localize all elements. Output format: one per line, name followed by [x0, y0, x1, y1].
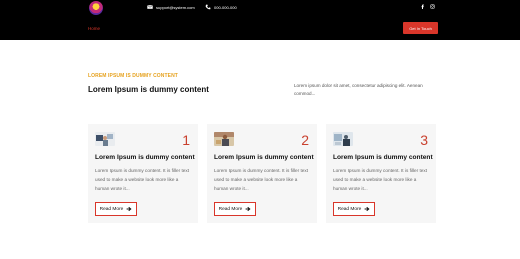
card-text: Lorem Ipsum is dummy content. It is fill…	[333, 168, 428, 191]
arrow-right-icon	[245, 206, 251, 212]
card-title: Lorem Ipsum is dummy content	[333, 154, 433, 161]
read-more-label: Read More	[337, 206, 362, 212]
feature-card: 2 Lorem Ipsum is dummy content Lorem Ips…	[207, 124, 317, 223]
phone-icon	[205, 4, 211, 10]
card-number: 3	[420, 132, 428, 148]
card-text: Lorem Ipsum is dummy content. It is fill…	[95, 168, 190, 191]
card-title: Lorem Ipsum is dummy content	[214, 154, 314, 161]
email-text: support@system.com	[156, 4, 195, 10]
read-more-label: Read More	[99, 206, 124, 212]
card-text: Lorem Ipsum is dummy content. It is fill…	[214, 168, 309, 191]
instagram-icon[interactable]	[430, 4, 435, 9]
section-description: Lorem ipsum dolor sit amet, consectetur …	[294, 83, 423, 96]
feature-card: 1 Lorem Ipsum is dummy content Lorem Ips…	[88, 124, 198, 223]
facebook-icon[interactable]	[420, 4, 425, 9]
read-more-label: Read More	[218, 206, 243, 212]
arrow-right-icon	[364, 206, 370, 212]
read-more-button[interactable]: Read More	[333, 202, 375, 216]
card-number: 1	[182, 132, 190, 148]
get-in-touch-button[interactable]: Get In Touch	[403, 22, 438, 34]
section-title: Lorem Ipsum is dummy content	[88, 85, 209, 94]
card-thumbnail-image	[214, 132, 234, 146]
email-contact[interactable]: support@system.com	[147, 4, 195, 10]
read-more-button[interactable]: Read More	[95, 202, 137, 216]
phone-text: 000-000-000	[214, 4, 237, 10]
top-header: support@system.com 000-000-000 Home Get …	[0, 0, 520, 40]
logo-icon[interactable]	[89, 1, 103, 15]
card-title: Lorem Ipsum is dummy content	[95, 154, 195, 161]
feature-card: 3 Lorem Ipsum is dummy content Lorem Ips…	[326, 124, 436, 223]
phone-contact[interactable]: 000-000-000	[205, 4, 237, 10]
read-more-button[interactable]: Read More	[214, 202, 256, 216]
card-thumbnail-image	[95, 132, 115, 146]
mail-icon	[147, 5, 153, 9]
nav-home-link[interactable]: Home	[88, 26, 100, 31]
section-eyebrow: LOREM IPSUM IS DUMMY CONTENT	[88, 73, 178, 79]
arrow-right-icon	[126, 206, 132, 212]
social-links	[420, 4, 435, 9]
card-thumbnail-image	[333, 132, 353, 146]
card-number: 2	[301, 132, 309, 148]
